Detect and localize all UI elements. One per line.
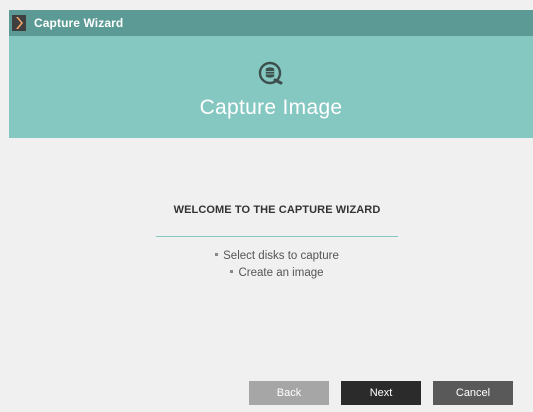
capture-wizard-window: Capture Wizard Capture Image WELCOME TO …: [0, 0, 533, 412]
wizard-header: Capture Image: [9, 36, 533, 138]
back-button[interactable]: Back: [249, 381, 329, 405]
list-item: Select disks to capture: [9, 248, 533, 265]
app-logo-icon: [12, 15, 26, 31]
database-search-icon: [258, 61, 284, 87]
bullet-icon: [230, 270, 234, 274]
next-button[interactable]: Next: [341, 381, 421, 405]
bullet-text: Create an image: [238, 267, 324, 279]
bullet-list: Select disks to capture Create an image: [9, 248, 533, 282]
wizard-content: WELCOME TO THE CAPTURE WIZARD Select dis…: [9, 138, 533, 412]
title-bar[interactable]: Capture Wizard: [9, 10, 533, 36]
list-item: Create an image: [9, 265, 533, 282]
window-title: Capture Wizard: [34, 16, 124, 30]
welcome-heading: WELCOME TO THE CAPTURE WIZARD: [173, 204, 381, 216]
page-title: Capture Image: [199, 96, 343, 119]
cancel-button[interactable]: Cancel: [433, 381, 513, 405]
heading-divider: [156, 236, 398, 237]
bullet-text: Select disks to capture: [223, 250, 339, 262]
bullet-icon: [215, 253, 219, 257]
